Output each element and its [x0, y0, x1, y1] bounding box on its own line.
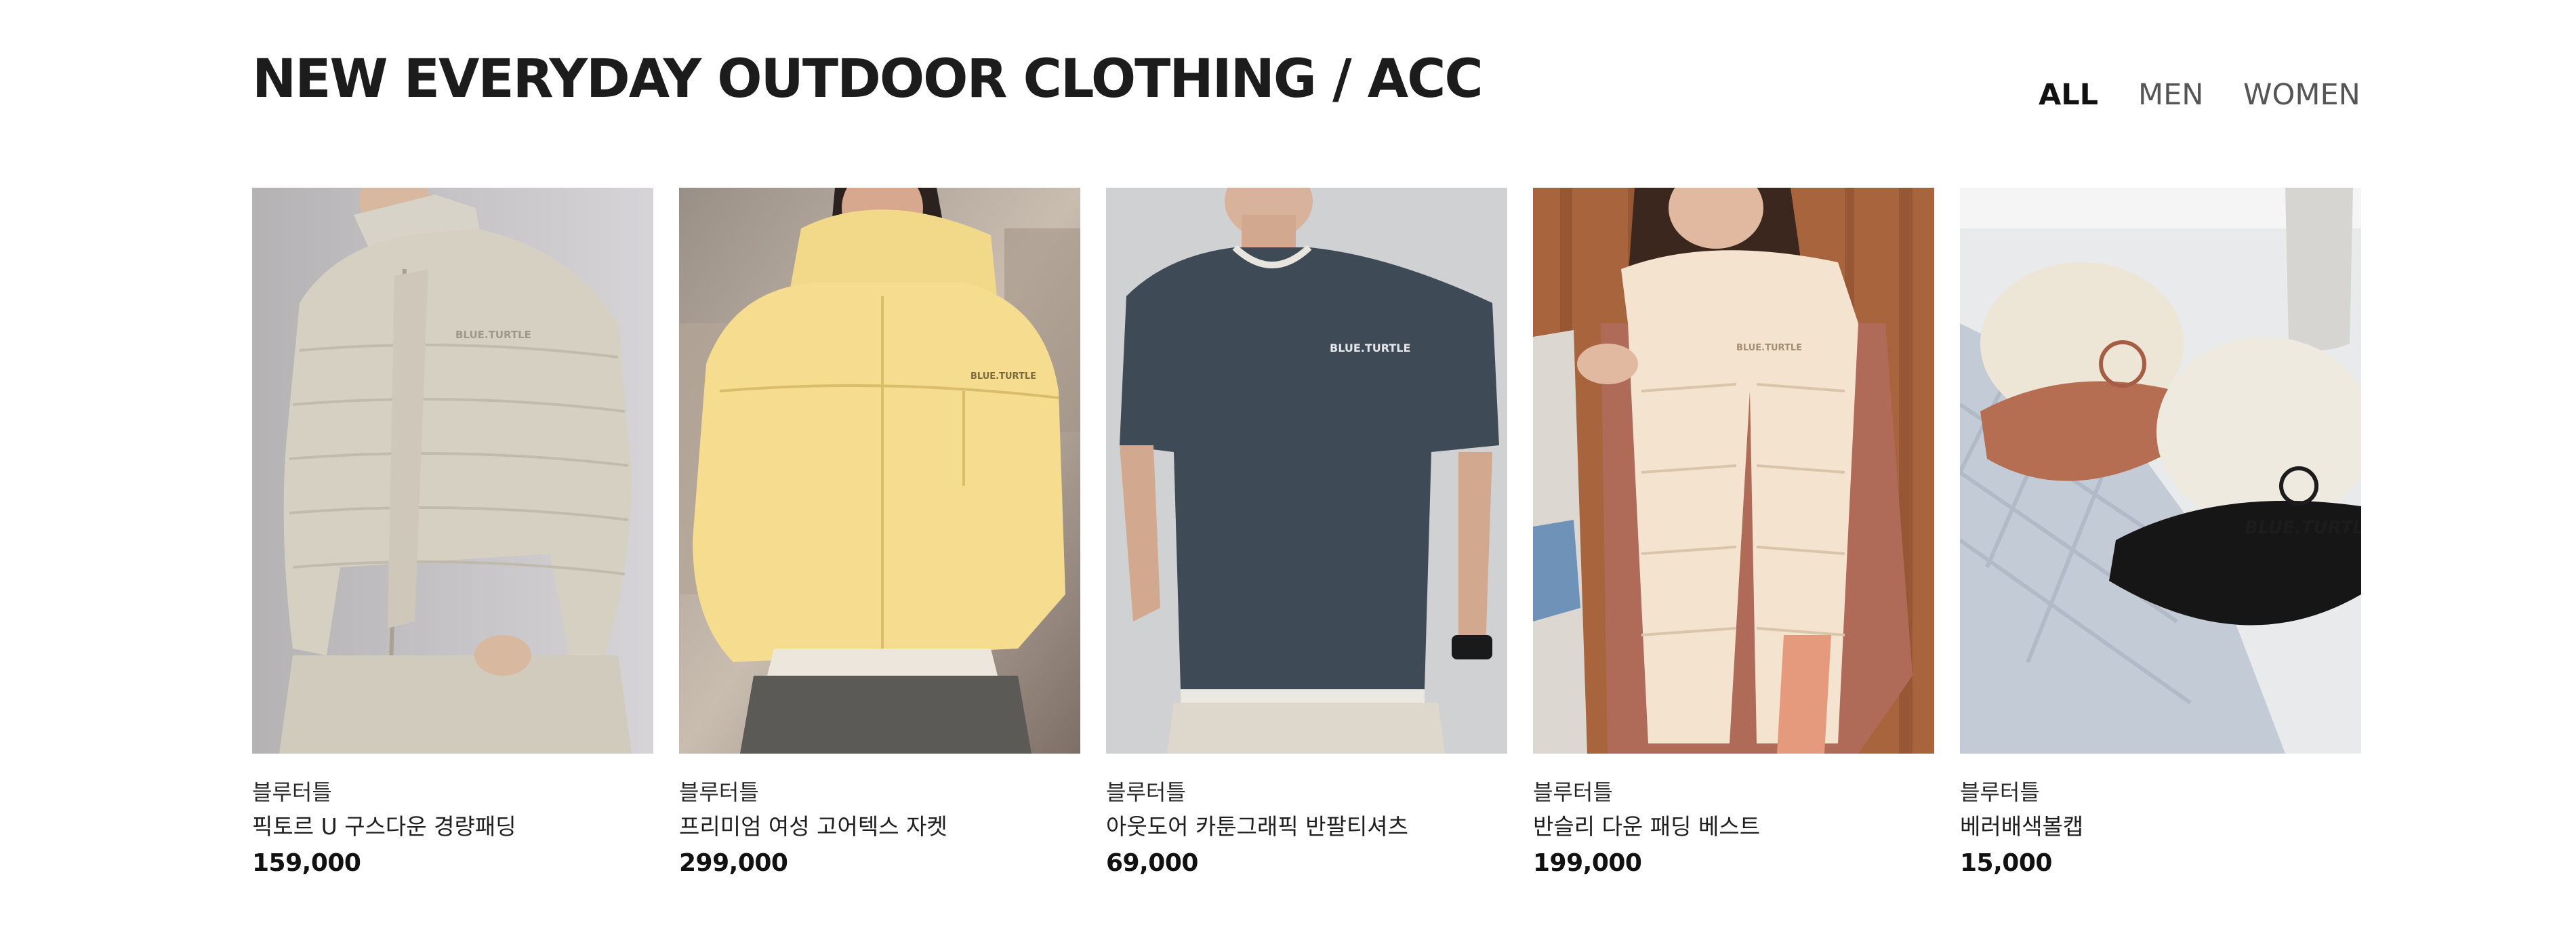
- product-brand: 블루터틀: [1106, 779, 1186, 805]
- product-brand: 블루터틀: [1533, 779, 1613, 805]
- logo-watermark: BLUE.TURTLE: [455, 329, 531, 341]
- yellow-jacket-image: BLUE.TURTLE: [679, 188, 1080, 754]
- product-name[interactable]: 반슬리 다운 패딩 베스트: [1533, 813, 1760, 841]
- product-card[interactable]: BLUE.TURTLE 블루터틀 베러배색볼캡 15,000: [1960, 188, 2361, 899]
- product-price: 159,000: [252, 849, 361, 877]
- product-price: 15,000: [1960, 849, 2052, 877]
- tab-men[interactable]: MEN: [2138, 75, 2203, 115]
- product-price: 199,000: [1533, 849, 1642, 877]
- product-brand: 블루터틀: [679, 779, 759, 805]
- product-price: 69,000: [1106, 849, 1198, 877]
- product-name[interactable]: 픽토르 U 구스다운 경량패딩: [252, 813, 516, 841]
- product-brand: 블루터틀: [252, 779, 332, 805]
- product-card[interactable]: BLUE.TURTLE 블루터틀 프리미엄 여성 고어텍스 자켓 299,000: [679, 188, 1080, 899]
- tab-women[interactable]: WOMEN: [2243, 75, 2360, 115]
- product-brand: 블루터틀: [1960, 779, 2040, 805]
- logo-embroidery: BLUE.TURTLE: [2245, 518, 2361, 538]
- product-card[interactable]: BLUE.TURTLE 블루터틀 반슬리 다운 패딩 베스트 199,000: [1533, 188, 1934, 899]
- product-image[interactable]: BLUE.TURTLE: [1106, 188, 1507, 754]
- logo-print: BLUE.TURTLE: [1330, 342, 1410, 354]
- ball-caps-image: BLUE.TURTLE: [1960, 188, 2361, 754]
- product-image[interactable]: BLUE.TURTLE: [1960, 188, 2361, 754]
- product-name[interactable]: 베러배색볼캡: [1960, 813, 2083, 841]
- product-image[interactable]: BLUE.TURTLE: [1533, 188, 1934, 754]
- product-image[interactable]: BLUE.TURTLE: [252, 188, 653, 754]
- category-filter-tabs: ALL MEN WOMEN: [0, 75, 2576, 115]
- navy-tshirt-image: BLUE.TURTLE: [1106, 188, 1507, 754]
- down-vest-image: BLUE.TURTLE: [1533, 188, 1934, 754]
- product-name[interactable]: 프리미엄 여성 고어텍스 자켓: [679, 813, 947, 841]
- logo-watermark: BLUE.TURTLE: [1736, 343, 1802, 353]
- product-image[interactable]: BLUE.TURTLE: [679, 188, 1080, 754]
- product-price: 299,000: [679, 849, 788, 877]
- puffer-jacket-image: BLUE.TURTLE: [252, 188, 653, 754]
- product-card[interactable]: BLUE.TURTLE 블루터틀 아웃도어 카툰그래픽 반팔티셔츠 69,000: [1106, 188, 1507, 899]
- logo-watermark: BLUE.TURTLE: [970, 371, 1036, 382]
- tab-all[interactable]: ALL: [2039, 75, 2098, 115]
- product-card[interactable]: BLUE.TURTLE 블루터틀 픽토르 U 구스다운 경량패딩 159,000: [252, 188, 653, 899]
- product-name[interactable]: 아웃도어 카툰그래픽 반팔티셔츠: [1106, 813, 1408, 841]
- product-grid: BLUE.TURTLE 블루터틀 픽토르 U 구스다운 경량패딩 159,000: [252, 188, 2361, 899]
